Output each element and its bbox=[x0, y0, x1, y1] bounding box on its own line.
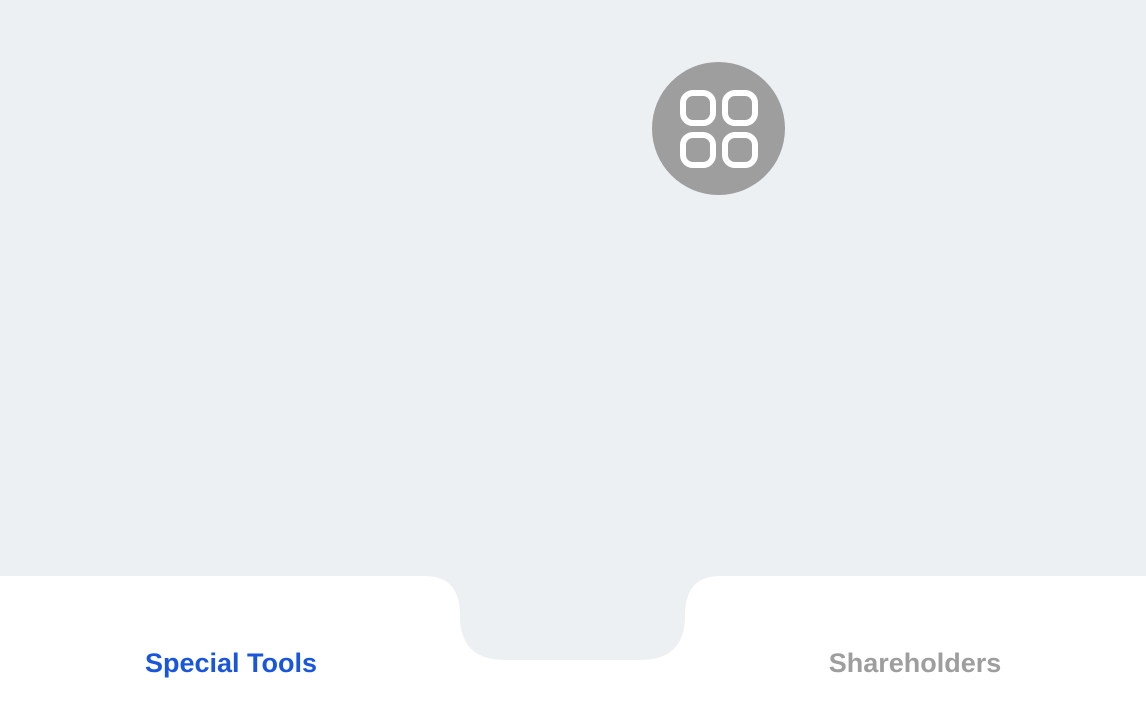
apps-grid-icon bbox=[679, 89, 758, 168]
app-screen: Special Tools Shareholders bbox=[0, 0, 1146, 716]
tab-special-tools[interactable]: Special Tools bbox=[101, 643, 361, 683]
tab-shareholders[interactable]: Shareholders bbox=[785, 643, 1045, 683]
center-menu-button[interactable] bbox=[652, 62, 785, 195]
